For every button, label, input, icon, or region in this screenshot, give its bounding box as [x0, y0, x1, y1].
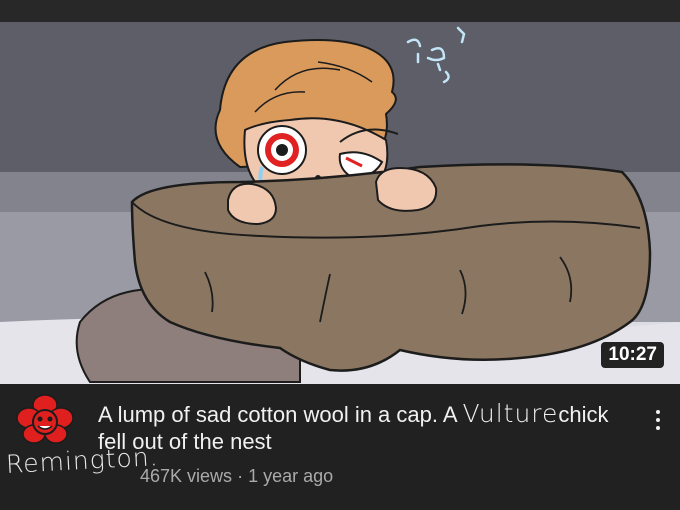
title-part-1: A lump of sad cotton wool in a cap. A — [98, 402, 463, 427]
video-stats: 467K views · 1 year ago — [140, 466, 333, 487]
title-hand-word: Vulture — [462, 399, 559, 428]
channel-name[interactable]: Remington. — [5, 442, 159, 479]
duration-badge: 10:27 — [601, 342, 664, 368]
red-flower-avatar-icon[interactable] — [16, 394, 74, 446]
upload-age: 1 year ago — [248, 466, 334, 486]
stats-separator: · — [237, 466, 244, 486]
view-count: 467K views — [140, 466, 233, 486]
video-title[interactable]: A lump of sad cotton wool in a cap. A Vu… — [98, 400, 628, 455]
video-thumbnail[interactable]: 10:27 — [0, 22, 680, 384]
channel-label: Remington — [5, 442, 151, 479]
thumbnail-illustration — [0, 22, 680, 384]
top-strip — [0, 0, 680, 22]
vertical-ellipsis-icon[interactable] — [650, 406, 666, 440]
video-meta: A lump of sad cotton wool in a cap. A Vu… — [0, 384, 680, 510]
